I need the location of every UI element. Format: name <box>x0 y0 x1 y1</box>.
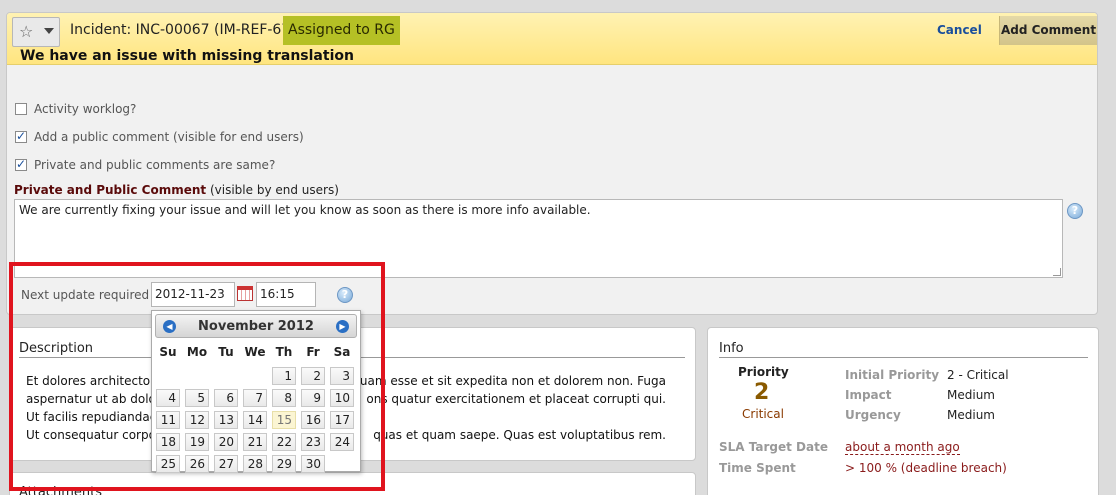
calendar-day[interactable]: 5 <box>185 389 209 407</box>
calendar-day[interactable]: 11 <box>156 411 180 429</box>
description-line-left: Ut consequatur corpori <box>26 428 165 442</box>
calendar-day[interactable]: 2 <box>301 367 325 385</box>
calendar-day[interactable]: 21 <box>243 433 267 451</box>
calendar-day[interactable]: 13 <box>214 411 238 429</box>
comment-label-title: Private and Public Comment <box>14 183 207 197</box>
private-public-same-row[interactable]: Private and public comments are same? <box>15 157 276 172</box>
next-update-help-icon[interactable]: ? <box>337 287 353 303</box>
comment-text: We are currently fixing your issue and w… <box>19 203 591 217</box>
comment-label-suffix: (visible by end users) <box>209 183 339 197</box>
calendar-day-today[interactable]: 15 <box>272 411 296 429</box>
chevron-down-icon[interactable] <box>44 28 54 34</box>
resize-handle-icon[interactable] <box>1053 268 1061 276</box>
calendar-day[interactable]: 10 <box>330 389 354 407</box>
comment-label: Private and Public Comment (visible by e… <box>14 183 339 197</box>
next-month-icon[interactable]: ▶ <box>336 320 349 333</box>
priority-value: 2 <box>754 380 770 405</box>
weekday-header: Mo <box>186 345 208 359</box>
calendar-day[interactable]: 1 <box>272 367 296 385</box>
calendar-day[interactable]: 17 <box>330 411 354 429</box>
calendar-day[interactable]: 18 <box>156 433 180 451</box>
calendar-day[interactable]: 4 <box>156 389 180 407</box>
add-public-comment-checkbox[interactable] <box>15 129 27 143</box>
description-title: Description <box>19 341 94 356</box>
initial-priority-value: 2 - Critical <box>947 368 1009 382</box>
weekday-header: Fr <box>306 345 320 359</box>
activity-worklog-checkbox[interactable] <box>15 103 27 115</box>
calendar-day[interactable]: 27 <box>214 455 238 473</box>
time-spent-value: > 100 % (deadline breach) <box>845 461 1007 475</box>
weekday-header: Th <box>275 345 293 359</box>
calendar-icon[interactable] <box>237 286 253 301</box>
calendar-day[interactable]: 22 <box>272 433 296 451</box>
urgency-value: Medium <box>947 408 995 422</box>
help-icon[interactable]: ? <box>1067 203 1083 219</box>
info-panel: Info Priority 2 Critical Initial Priorit… <box>707 327 1099 495</box>
incident-subject: We have an issue with missing translatio… <box>20 48 354 64</box>
favorite-dropdown[interactable]: ☆ <box>12 17 60 47</box>
weekday-header: We <box>244 345 266 359</box>
urgency-label: Urgency <box>845 408 901 422</box>
attachments-panel: Attachments <box>9 472 696 495</box>
calendar-day[interactable]: 20 <box>214 433 238 451</box>
comment-textarea[interactable]: We are currently fixing your issue and w… <box>14 199 1063 278</box>
cancel-button[interactable]: Cancel <box>937 23 982 37</box>
description-line-right: quam esse et sit expedita non et dolorem… <box>352 374 666 388</box>
calendar-day[interactable]: 14 <box>243 411 267 429</box>
add-public-comment-label: Add a public comment (visible for end us… <box>34 130 304 144</box>
calendar-month-title: November 2012 <box>198 319 314 334</box>
info-title: Info <box>719 341 744 356</box>
weekday-header: Sa <box>333 345 351 359</box>
calendar-day[interactable]: 7 <box>243 389 267 407</box>
initial-priority-label: Initial Priority <box>845 368 940 382</box>
incident-panel: ☆ Incident: INC-00067 (IM-REF-67) Assign… <box>6 12 1098 315</box>
calendar-day[interactable]: 12 <box>185 411 209 429</box>
assigned-badge: Assigned to RG <box>283 16 400 45</box>
time-spent-label: Time Spent <box>719 461 796 475</box>
calendar-day[interactable]: 6 <box>214 389 238 407</box>
description-line-left: Ut facilis repudiandae q <box>26 410 169 424</box>
calendar-day[interactable]: 3 <box>330 367 354 385</box>
calendar-day[interactable]: 8 <box>272 389 296 407</box>
sla-label: SLA Target Date <box>719 440 828 454</box>
impact-label: Impact <box>845 388 892 402</box>
weekday-header: Su <box>159 345 177 359</box>
next-update-date-input[interactable]: 2012-11-23 <box>151 282 235 307</box>
description-line-left: aspernatur ut ab dolore <box>26 392 168 406</box>
calendar-day[interactable]: 24 <box>330 433 354 451</box>
calendar-day[interactable]: 28 <box>243 455 267 473</box>
description-line-right: ons quatur exercitationem et placeat cor… <box>366 392 666 406</box>
calendar-day[interactable]: 25 <box>156 455 180 473</box>
add-public-comment-row[interactable]: Add a public comment (visible for end us… <box>15 129 304 144</box>
activity-worklog-row[interactable]: Activity worklog? <box>15 102 136 116</box>
star-icon[interactable]: ☆ <box>19 24 33 40</box>
activity-worklog-label: Activity worklog? <box>34 102 137 116</box>
next-update-label: Next update required <box>21 288 150 302</box>
sla-value-link[interactable]: about a month ago <box>845 440 960 455</box>
calendar-day[interactable]: 19 <box>185 433 209 451</box>
calendar-header: ◀ November 2012 ▶ <box>155 314 357 338</box>
calendar-day[interactable]: 29 <box>272 455 296 473</box>
private-public-same-checkbox[interactable] <box>15 157 27 171</box>
priority-text: Critical <box>742 407 784 421</box>
next-update-time-input[interactable]: 16:15 <box>256 282 316 307</box>
calendar-day[interactable]: 23 <box>301 433 325 451</box>
impact-value: Medium <box>947 388 995 402</box>
description-line-right: quas et quam saepe. Quas est voluptatibu… <box>373 428 666 442</box>
calendar-day[interactable]: 30 <box>301 455 325 473</box>
date-picker-popup: ◀ November 2012 ▶ Su Mo Tu We Th Fr Sa 1 2 3 4 5 6 7 8… <box>151 310 361 473</box>
calendar-day[interactable]: 26 <box>185 455 209 473</box>
calendar-day[interactable]: 9 <box>301 389 325 407</box>
divider <box>719 357 1088 358</box>
incident-title: Incident: INC-00067 (IM-REF-67) <box>70 22 296 38</box>
add-comment-button[interactable]: Add Comment <box>999 16 1097 45</box>
description-line-left: Et dolores architecto co <box>26 374 168 388</box>
incident-header: ☆ Incident: INC-00067 (IM-REF-67) Assign… <box>7 13 1097 65</box>
priority-label: Priority <box>738 365 789 379</box>
weekday-header: Tu <box>218 345 234 359</box>
attachments-title: Attachments <box>19 485 102 495</box>
calendar-day[interactable]: 16 <box>301 411 325 429</box>
private-public-same-label: Private and public comments are same? <box>34 158 276 172</box>
